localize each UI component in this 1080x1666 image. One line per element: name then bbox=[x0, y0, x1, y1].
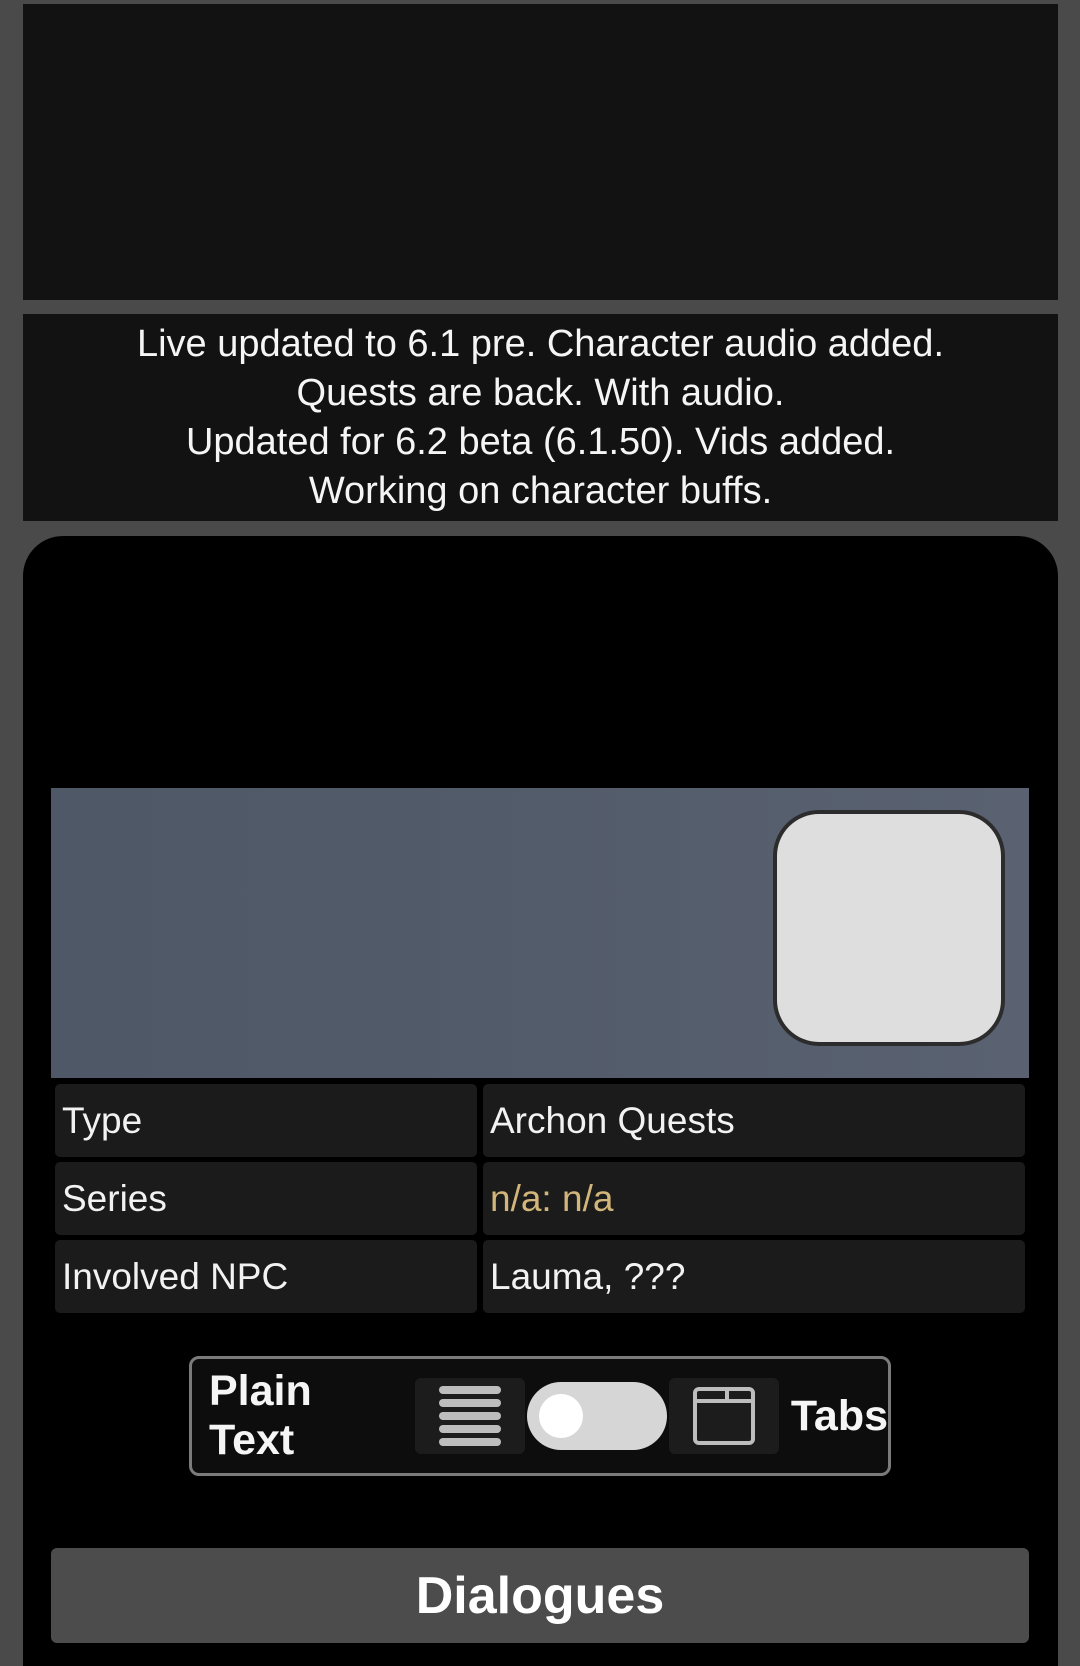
table-row: Involved NPC Lauma, ??? bbox=[55, 1240, 1025, 1313]
notice-line: Updated for 6.2 beta (6.1.50). Vids adde… bbox=[185, 420, 896, 463]
quest-card: Type Archon Quests Series n/a: n/a Invol… bbox=[23, 536, 1058, 1666]
table-row: Series n/a: n/a bbox=[55, 1162, 1025, 1235]
view-mode-toggle: Plain Text Tabs bbox=[189, 1356, 891, 1476]
quest-icon bbox=[773, 810, 1005, 1046]
tabs-option[interactable] bbox=[668, 1378, 779, 1454]
notice-line: Working on character buffs. bbox=[308, 469, 773, 512]
type-value: Archon Quests bbox=[483, 1084, 1025, 1157]
switch-knob bbox=[538, 1394, 583, 1438]
view-mode-switch[interactable] bbox=[526, 1382, 667, 1450]
tabs-label[interactable]: Tabs bbox=[791, 1392, 888, 1441]
dialogues-button[interactable]: Dialogues bbox=[51, 1548, 1029, 1643]
lines-icon bbox=[438, 1386, 501, 1446]
table-row: Type Archon Quests bbox=[55, 1084, 1025, 1157]
quest-info-table: Type Archon Quests Series n/a: n/a Invol… bbox=[55, 1084, 1025, 1318]
plain-text-label[interactable]: Plain Text bbox=[209, 1367, 409, 1465]
series-link[interactable]: n/a: n/a bbox=[483, 1162, 1025, 1235]
notice-line: Live updated to 6.1 pre. Character audio… bbox=[136, 322, 945, 365]
type-label: Type bbox=[55, 1084, 477, 1157]
update-notice: Live updated to 6.1 pre. Character audio… bbox=[23, 314, 1058, 521]
involved-npc-label: Involved NPC bbox=[55, 1240, 477, 1313]
quest-banner bbox=[51, 788, 1029, 1078]
series-label: Series bbox=[55, 1162, 477, 1235]
top-ad-placeholder bbox=[23, 4, 1058, 300]
notice-line: Quests are back. With audio. bbox=[296, 371, 785, 414]
window-icon bbox=[692, 1387, 755, 1445]
involved-npc-value: Lauma, ??? bbox=[483, 1240, 1025, 1313]
plain-text-option[interactable] bbox=[414, 1378, 525, 1454]
